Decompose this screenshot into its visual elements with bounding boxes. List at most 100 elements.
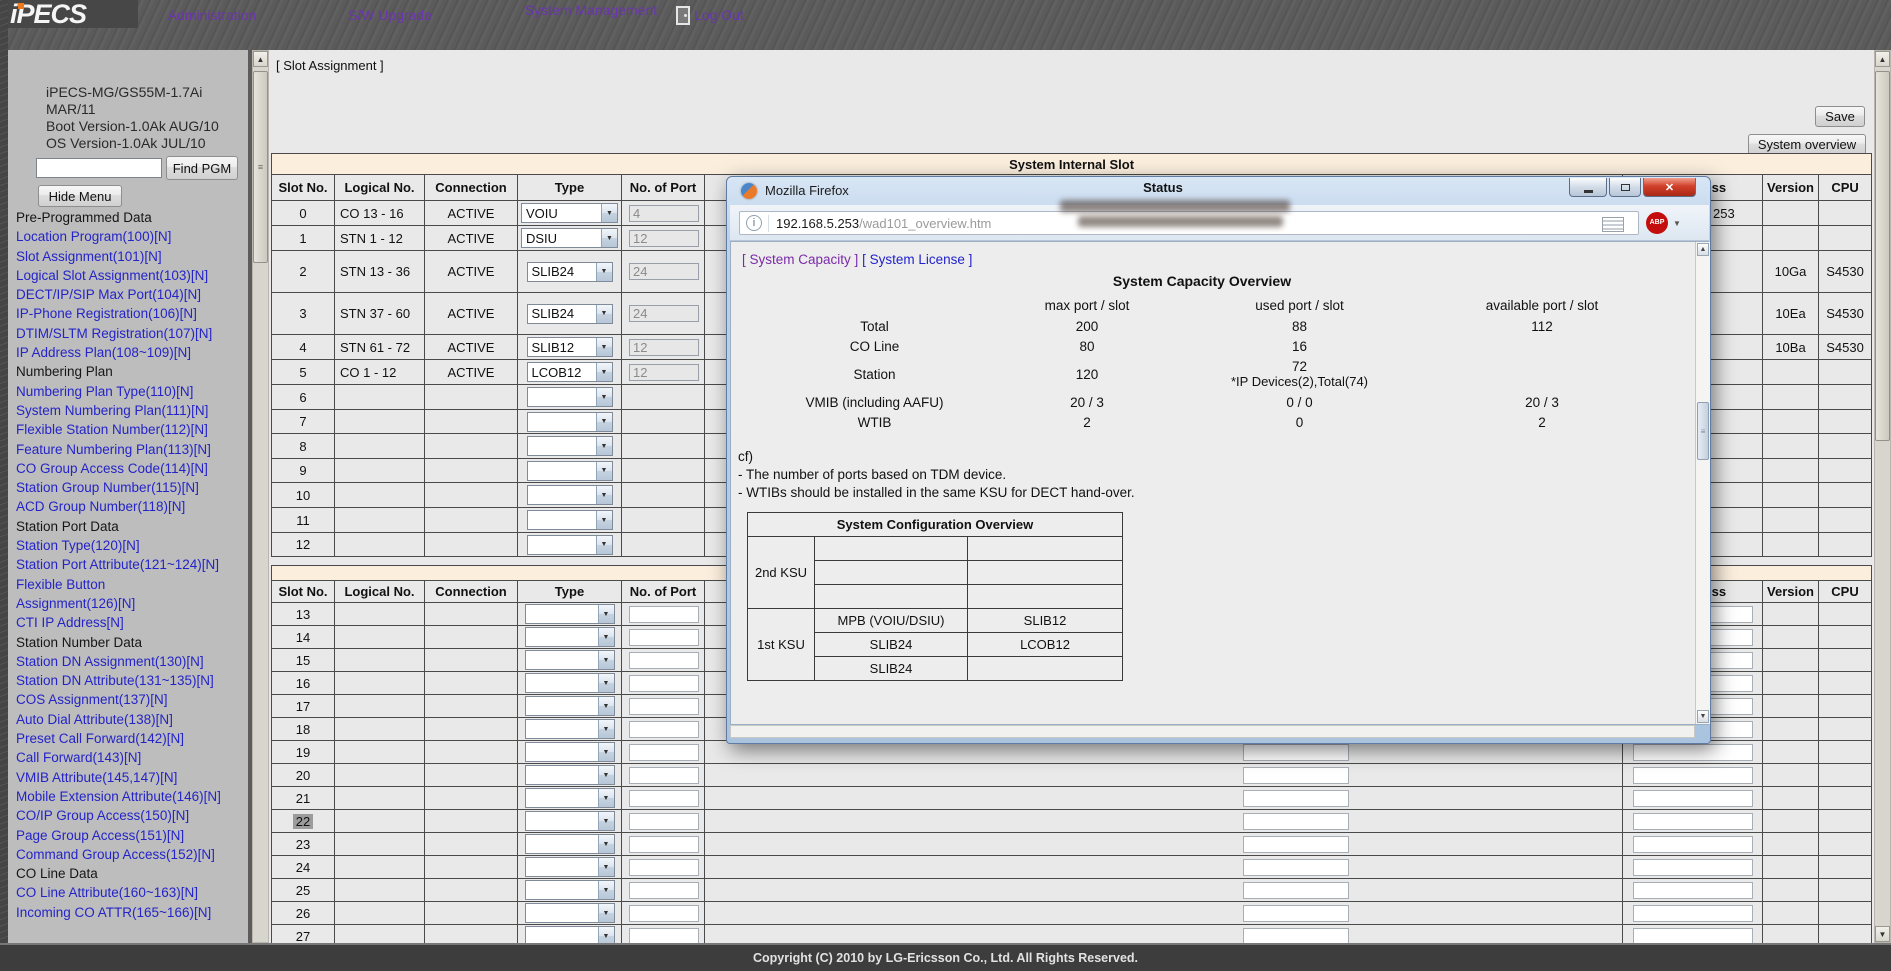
status-input[interactable] [1243,905,1349,922]
type-select[interactable]: ▼ [525,673,615,693]
ip-address-input[interactable] [1633,813,1753,830]
sidebar-menu-link[interactable]: Station Port Attribute(121~124)[N] [16,555,242,574]
type-select[interactable]: ▼ [525,650,615,670]
dropdown-arrow-icon[interactable]: ▼ [598,720,614,738]
port-count-input[interactable] [629,836,699,853]
save-button[interactable]: Save [1815,106,1865,127]
port-count-input[interactable] [629,721,699,738]
type-select[interactable]: ▼ [525,765,615,785]
ip-address-input[interactable] [1633,744,1753,761]
dropdown-arrow-icon[interactable]: ▼ [596,462,612,480]
sidebar-menu-link[interactable]: COS Assignment(137)[N] [16,690,242,709]
port-count-input[interactable] [629,813,699,830]
type-select[interactable]: ▼ [525,696,615,716]
dropdown-arrow-icon[interactable]: ▼ [596,338,612,356]
type-select[interactable]: SLIB12▼ [527,337,613,357]
dropdown-arrow-icon[interactable]: ▼ [598,881,614,899]
dropdown-arrow-icon[interactable]: ▼ [598,904,614,922]
port-count-input[interactable] [629,364,699,381]
port-count-input[interactable] [629,652,699,669]
dropdown-arrow-icon[interactable]: ▼ [598,812,614,830]
nav-system-management[interactable]: System Management [511,2,671,18]
sidebar-menu-link[interactable]: Feature Numbering Plan(113)[N] [16,440,242,459]
reader-mode-icon[interactable] [1602,217,1624,232]
sidebar-menu-link[interactable]: Flexible Station Number(112)[N] [16,420,242,439]
type-select[interactable]: LCOB12▼ [527,362,613,382]
dropdown-arrow-icon[interactable]: ▼ [598,697,614,715]
adblock-dropdown-arrow-icon[interactable]: ▼ [1673,219,1681,228]
dropdown-arrow-icon[interactable]: ▼ [596,263,612,281]
type-select[interactable]: ▼ [525,926,615,943]
sidebar-menu-link[interactable]: Auto Dial Attribute(138)[N] [16,710,242,729]
scrollbar-thumb[interactable]: ≡ [1697,402,1709,460]
scroll-up-button[interactable]: ▲ [253,51,268,67]
site-info-icon[interactable] [746,215,762,231]
type-select[interactable]: ▼ [525,811,615,831]
ip-address-input[interactable] [1633,790,1753,807]
ip-address-input[interactable] [1633,905,1753,922]
type-select[interactable]: ▼ [527,510,613,530]
sidebar-menu-link[interactable]: CO Group Access Code(114)[N] [16,459,242,478]
scroll-up-button[interactable]: ▲ [1875,51,1890,67]
port-count-input[interactable] [629,675,699,692]
type-select[interactable]: ▼ [525,627,615,647]
system-overview-button[interactable]: System overview [1748,134,1866,155]
port-count-input[interactable] [629,790,699,807]
port-count-input[interactable] [629,305,699,322]
type-select[interactable]: ▼ [525,788,615,808]
sidebar-menu-link[interactable]: Flexible Button Assignment(126)[N] [16,575,242,614]
content-right-scrollbar[interactable]: ▲ ▼ [1874,50,1891,943]
sidebar-menu-link[interactable]: Slot Assignment(101)[N] [16,247,242,266]
sidebar-menu-link[interactable]: DTIM/SLTM Registration(107)[N] [16,324,242,343]
sidebar-menu-link[interactable]: Numbering Plan Type(110)[N] [16,382,242,401]
sidebar-menu-link[interactable]: IP-Phone Registration(106)[N] [16,304,242,323]
sidebar-menu-link[interactable]: CO Line Attribute(160~163)[N] [16,883,242,902]
type-select[interactable]: SLIB24▼ [527,262,613,282]
sidebar-menu-link[interactable]: ACD Group Number(118)[N] [16,497,242,516]
type-select[interactable]: ▼ [525,719,615,739]
status-input[interactable] [1243,836,1349,853]
system-capacity-link[interactable]: [ System Capacity ] [742,252,858,267]
sidebar-menu-link[interactable]: Station Group Number(115)[N] [16,478,242,497]
port-count-input[interactable] [629,339,699,356]
sidebar-menu-link[interactable]: Logical Slot Assignment(103)[N] [16,266,242,285]
port-count-input[interactable] [629,230,699,247]
dropdown-arrow-icon[interactable]: ▼ [596,388,612,406]
dropdown-arrow-icon[interactable]: ▼ [598,835,614,853]
sidebar-menu-link[interactable]: Call Forward(143)[N] [16,748,242,767]
type-select[interactable]: ▼ [527,387,613,407]
status-input[interactable] [1243,928,1349,944]
popup-vertical-scrollbar[interactable]: ▲ ≡ ▼ [1695,242,1710,724]
dropdown-arrow-icon[interactable]: ▼ [596,437,612,455]
type-select[interactable]: ▼ [527,461,613,481]
dropdown-arrow-icon[interactable]: ▼ [601,204,617,222]
type-select[interactable]: ▼ [527,412,613,432]
system-license-link[interactable]: [ System License ] [862,252,972,267]
sidebar-menu-link[interactable]: Page Group Access(151)[N] [16,826,242,845]
status-input[interactable] [1243,859,1349,876]
port-count-input[interactable] [629,263,699,280]
status-input[interactable] [1243,882,1349,899]
scroll-up-button[interactable]: ▲ [1697,243,1709,256]
hide-menu-button[interactable]: Hide Menu [38,185,122,207]
sidebar-menu-link[interactable]: DECT/IP/SIP Max Port(104)[N] [16,285,242,304]
content-left-scrollbar[interactable]: ▲ ≡ [252,50,269,943]
maximize-button[interactable] [1609,178,1641,197]
port-count-input[interactable] [629,905,699,922]
find-pgm-input[interactable] [36,158,162,178]
adblock-plus-icon[interactable]: ABP [1646,212,1668,234]
status-input[interactable] [1243,767,1349,784]
scroll-down-button[interactable]: ▼ [1875,926,1890,942]
sidebar-menu-link[interactable]: VMIB Attribute(145,147)[N] [16,768,242,787]
sidebar-menu-link[interactable]: Incoming CO ATTR(165~166)[N] [16,903,242,922]
close-button[interactable]: ✕ [1643,178,1696,197]
dropdown-arrow-icon[interactable]: ▼ [598,605,614,623]
type-select[interactable]: ▼ [525,857,615,877]
sidebar-menu-link[interactable]: Command Group Access(152)[N] [16,845,242,864]
status-input[interactable] [1243,813,1349,830]
port-count-input[interactable] [629,767,699,784]
type-select[interactable]: ▼ [525,880,615,900]
type-select[interactable]: VOIU▼ [521,203,618,223]
port-count-input[interactable] [629,744,699,761]
dropdown-arrow-icon[interactable]: ▼ [596,486,612,504]
